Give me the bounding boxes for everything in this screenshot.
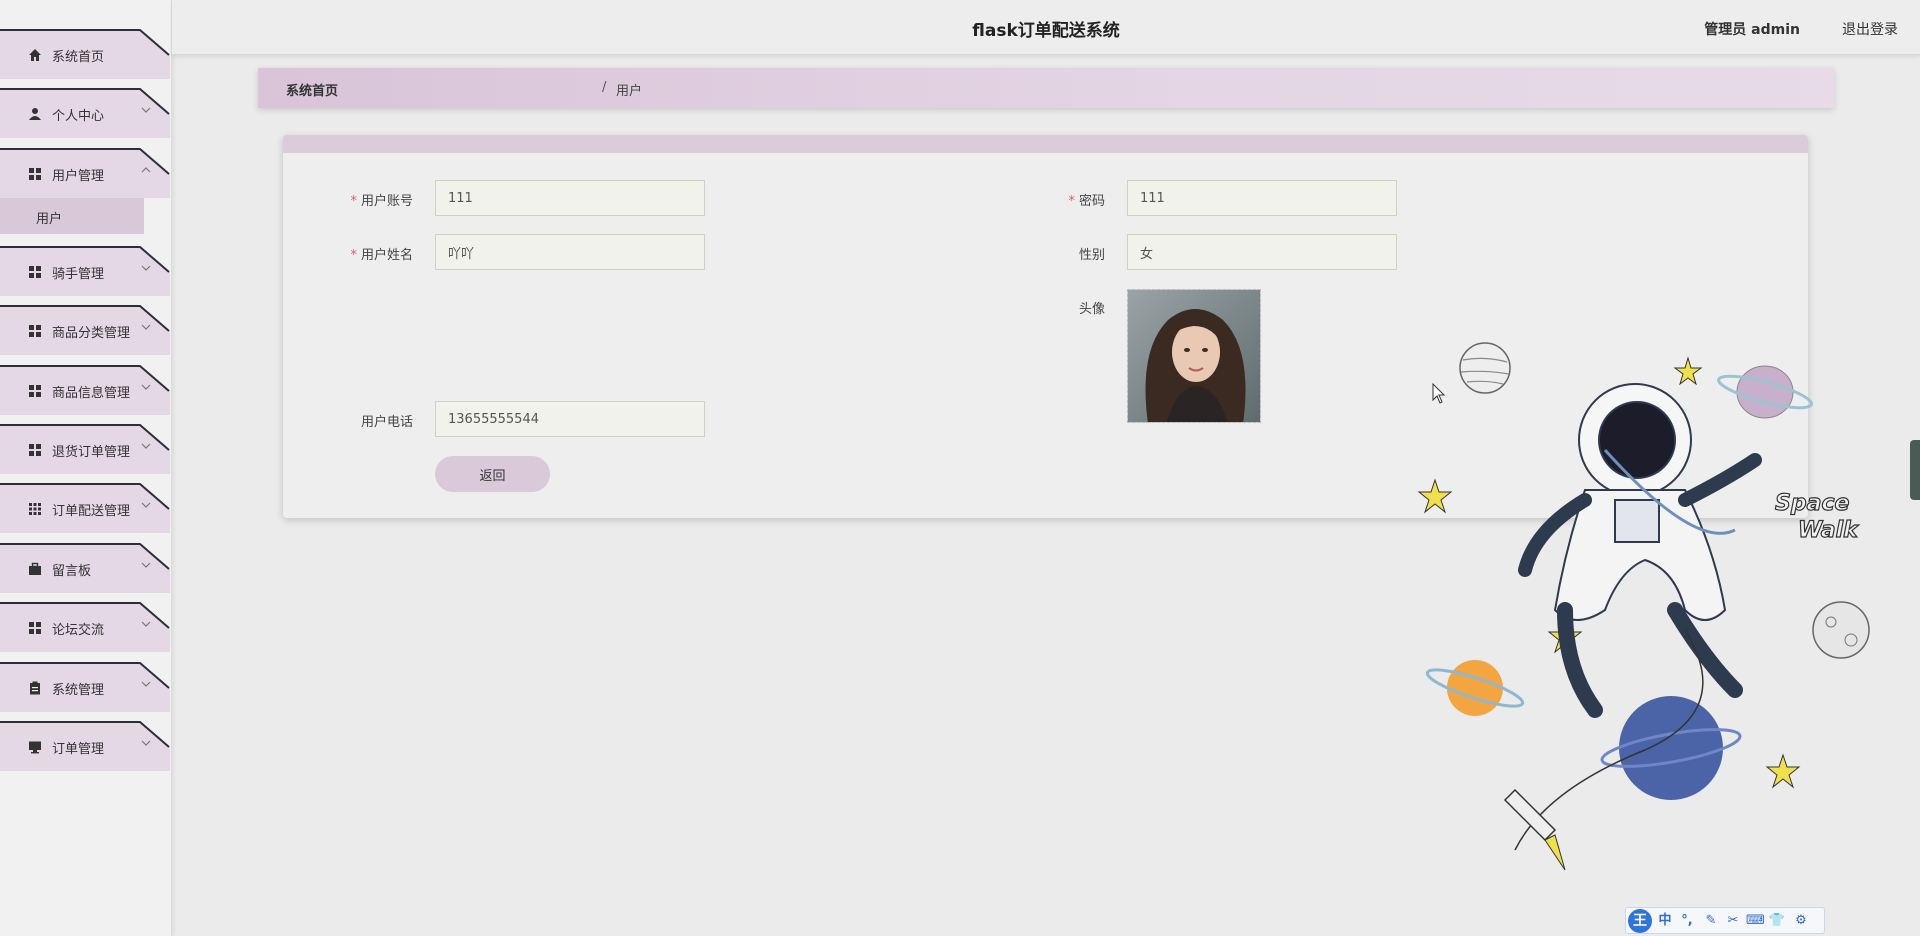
user-icon xyxy=(29,108,41,120)
monitor-icon xyxy=(29,741,41,754)
top-header: flask订单配送系统 管理员 admin 退出登录 xyxy=(172,0,1920,55)
space-walk-logo: Space xyxy=(1775,491,1849,516)
briefcase-icon xyxy=(29,562,41,575)
sidebar-item-label: 个人中心 xyxy=(52,109,105,124)
breadcrumb-home[interactable]: 系统首页 xyxy=(286,80,338,99)
chevron-down-icon xyxy=(141,107,151,113)
sidebar-item-system-management[interactable]: 系统管理 xyxy=(0,662,170,712)
grid-icon xyxy=(29,325,41,337)
ime-screenshot-icon[interactable]: ✂ xyxy=(1724,912,1742,930)
sidebar-item-label: 商品分类管理 xyxy=(52,326,131,341)
sidebar-item-label: 系统管理 xyxy=(52,683,105,698)
sidebar-item-return-orders[interactable]: 退货订单管理 xyxy=(0,424,170,474)
sidebar-item-label: 留言板 xyxy=(52,564,92,579)
breadcrumb-separator: / xyxy=(602,80,607,95)
sidebar-item-label: 订单配送管理 xyxy=(52,504,131,519)
ime-logo-icon[interactable]: 王 xyxy=(1628,909,1652,933)
sidebar-subitem-label: 用户 xyxy=(36,212,63,227)
svg-text:Walk: Walk xyxy=(1798,518,1859,543)
star-icon xyxy=(1765,753,1801,789)
name-input[interactable] xyxy=(435,234,705,270)
gender-label: 性别 xyxy=(1078,248,1105,263)
account-input[interactable] xyxy=(435,180,705,216)
required-mark: * xyxy=(1068,194,1075,209)
sidebar-item-user-management[interactable]: 用户管理 xyxy=(0,148,170,198)
chevron-down-icon xyxy=(141,681,151,687)
app-title: flask订单配送系统 xyxy=(972,21,1120,41)
star-icon xyxy=(1673,356,1703,386)
chevron-down-icon xyxy=(141,443,151,449)
grid-icon xyxy=(29,444,41,456)
ime-chinese-mode[interactable]: 中 xyxy=(1656,912,1674,930)
chevron-down-icon xyxy=(141,502,151,508)
chevron-up-icon xyxy=(141,167,151,173)
ime-toolbar: 王 中 °, ✎ ✂ ⌨ 👕 ⚙ xyxy=(1625,907,1825,934)
chevron-down-icon xyxy=(141,324,151,330)
sidebar-item-label: 系统首页 xyxy=(52,50,105,65)
name-label: * 用户姓名 xyxy=(350,248,413,263)
side-float-tab[interactable] xyxy=(1910,440,1920,500)
rocket-icon xyxy=(1503,788,1566,871)
required-mark: * xyxy=(350,194,357,209)
phone-input[interactable] xyxy=(435,401,705,437)
avatar-label: 头像 xyxy=(1078,302,1105,317)
orange-planet-icon xyxy=(1447,660,1503,716)
sidebar-item-label: 骑手管理 xyxy=(52,267,105,282)
sidebar-subitem-user[interactable]: 用户 xyxy=(0,198,144,234)
account-label: * 用户账号 xyxy=(350,194,413,209)
blue-planet-icon xyxy=(1619,696,1723,800)
sidebar-item-label: 订单管理 xyxy=(52,742,105,757)
required-mark: * xyxy=(350,248,357,263)
grid-icon xyxy=(29,385,41,397)
password-input[interactable] xyxy=(1127,180,1397,216)
ringed-planet-icon xyxy=(1736,365,1794,419)
mouse-cursor-icon xyxy=(1432,383,1446,404)
ime-skin-icon[interactable]: 👕 xyxy=(1768,912,1786,930)
grid-icon xyxy=(29,266,41,278)
striped-planet-icon xyxy=(1459,342,1511,394)
breadcrumb-current: 用户 xyxy=(616,84,643,99)
sidebar-item-home[interactable]: 系统首页 xyxy=(0,29,170,79)
logout-link[interactable]: 退出登录 xyxy=(1842,19,1898,39)
phone-label: 用户电话 xyxy=(360,415,413,430)
chevron-down-icon xyxy=(141,384,151,390)
sidebar: 系统首页 个人中心 用户管理 用户 骑手管理 商品分类管理 商品信息管理 退货订… xyxy=(0,0,172,936)
sidebar-item-delivery-management[interactable]: 订单配送管理 xyxy=(0,483,170,533)
gender-input[interactable] xyxy=(1127,234,1397,270)
clipboard-icon xyxy=(30,681,40,695)
ime-punctuation-icon[interactable]: °, xyxy=(1678,912,1696,930)
chevron-down-icon xyxy=(141,265,151,271)
home-icon xyxy=(29,49,41,61)
moon-icon xyxy=(1812,601,1870,659)
sidebar-item-personal-center[interactable]: 个人中心 xyxy=(0,88,170,138)
star-icon xyxy=(1417,478,1453,514)
breadcrumb: 系统首页 / 用户 xyxy=(258,68,1834,108)
sidebar-item-label: 退货订单管理 xyxy=(52,445,131,460)
grid-icon xyxy=(29,622,41,634)
sidebar-item-product-management[interactable]: 商品信息管理 xyxy=(0,365,170,415)
card-header-bar xyxy=(283,135,1808,153)
chevron-down-icon xyxy=(141,740,151,746)
ime-keyboard-icon[interactable]: ⌨ xyxy=(1746,912,1765,930)
sidebar-item-message-board[interactable]: 留言板 xyxy=(0,543,170,593)
ime-handwrite-icon[interactable]: ✎ xyxy=(1702,912,1720,930)
chevron-down-icon xyxy=(141,562,151,568)
current-user: 管理员 admin xyxy=(1704,22,1800,38)
sidebar-item-rider-management[interactable]: 骑手管理 xyxy=(0,246,170,296)
sidebar-item-label: 商品信息管理 xyxy=(52,386,131,401)
sidebar-item-order-management[interactable]: 订单管理 xyxy=(0,721,170,771)
ime-settings-icon[interactable]: ⚙ xyxy=(1792,912,1810,930)
avatar-image xyxy=(1127,289,1261,423)
sidebar-item-forum[interactable]: 论坛交流 xyxy=(0,602,170,652)
chevron-down-icon xyxy=(141,621,151,627)
astronaut-illustration: Space Walk xyxy=(1417,342,1870,871)
password-label: * 密码 xyxy=(1068,194,1105,209)
grid-icon xyxy=(29,168,41,180)
sidebar-item-label: 用户管理 xyxy=(52,169,105,184)
portrait-photo xyxy=(1128,290,1260,422)
apps-icon xyxy=(29,503,41,515)
sidebar-item-category-management[interactable]: 商品分类管理 xyxy=(0,305,170,355)
back-button[interactable]: 返回 xyxy=(435,456,550,492)
sidebar-item-label: 论坛交流 xyxy=(52,623,105,638)
